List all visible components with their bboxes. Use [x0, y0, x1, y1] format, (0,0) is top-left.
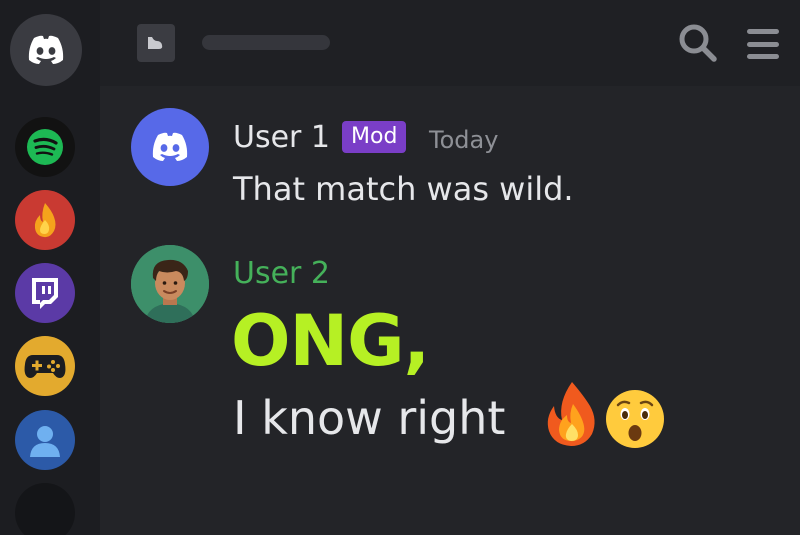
message-timestamp: Today: [429, 126, 499, 154]
server-fire[interactable]: [15, 190, 75, 250]
astonished-face-emoji: [606, 390, 664, 448]
message-text: That match was wild.: [233, 170, 574, 208]
message-author[interactable]: User 1: [233, 120, 330, 156]
server-rail: [0, 0, 100, 535]
fire-emoji: [547, 382, 595, 446]
discord-logo-icon: [152, 132, 188, 161]
hamburger-menu-icon: [747, 29, 779, 34]
server-twitch[interactable]: [15, 263, 75, 323]
gamepad-icon: [24, 355, 66, 378]
message-large-text: ONG,: [231, 300, 430, 382]
hamburger-menu-button[interactable]: [743, 24, 783, 64]
discord-logo-icon: [28, 35, 64, 64]
channel-name-placeholder: [202, 35, 330, 50]
message-author[interactable]: User 2: [233, 256, 330, 292]
spotify-icon: [27, 129, 63, 165]
message-list: User 1 Mod Today That match was wild. Us…: [100, 86, 800, 535]
avatar-user-1[interactable]: [131, 108, 209, 186]
server-home-discord[interactable]: [10, 14, 82, 86]
twitch-icon: [32, 278, 58, 309]
message-text: I know right: [233, 391, 506, 445]
server-user[interactable]: [15, 410, 75, 470]
role-badge: Mod: [342, 121, 407, 153]
server-empty[interactable]: [15, 483, 75, 535]
person-icon: [30, 426, 60, 457]
channel-icon[interactable]: [137, 24, 175, 62]
search-icon: [679, 24, 717, 62]
cartoon-man-avatar: [131, 245, 209, 323]
avatar-user-2[interactable]: [131, 245, 209, 323]
flame-icon: [34, 203, 56, 238]
server-spotify[interactable]: [15, 117, 75, 177]
search-button[interactable]: [677, 22, 719, 64]
server-games[interactable]: [15, 336, 75, 396]
channel-header: [100, 0, 800, 86]
